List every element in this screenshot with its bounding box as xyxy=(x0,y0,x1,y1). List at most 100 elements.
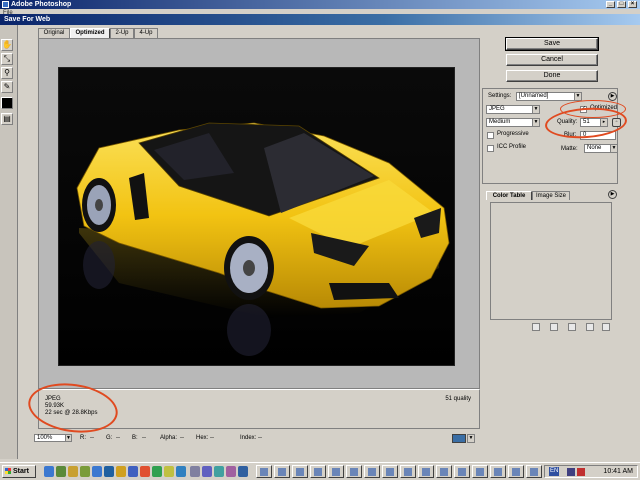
matte-value: None xyxy=(587,145,602,151)
done-button[interactable]: Done xyxy=(506,70,598,82)
trash-icon[interactable] xyxy=(602,323,610,331)
color-table[interactable] xyxy=(490,202,612,320)
optimized-preview-image[interactable] xyxy=(58,67,455,366)
settings-label: Settings: xyxy=(488,93,512,99)
index-value: -- xyxy=(258,435,262,441)
quality-slider-arrow-icon[interactable]: ▸ xyxy=(600,119,607,126)
optimized-checkbox[interactable]: ✓ xyxy=(580,106,587,113)
taskbar-window-button[interactable] xyxy=(400,465,416,478)
taskbar-window-button[interactable] xyxy=(256,465,272,478)
blur-input[interactable]: 0 xyxy=(580,131,616,140)
blur-label: Blur: xyxy=(564,132,577,138)
blur-value: 0 xyxy=(583,132,587,138)
taskbar-window-button[interactable] xyxy=(526,465,542,478)
taskbar-window-button[interactable] xyxy=(436,465,452,478)
quicklaunch-icon[interactable] xyxy=(238,466,248,477)
tab-color-table[interactable]: Color Table xyxy=(486,191,532,200)
quicklaunch-icon[interactable] xyxy=(202,466,212,477)
taskbar-window-button[interactable] xyxy=(490,465,506,478)
tab-2-up[interactable]: 2-Up xyxy=(110,28,134,38)
language-indicator[interactable]: EN xyxy=(549,467,560,476)
chevron-down-icon: ▼ xyxy=(532,118,540,127)
r-label: R: xyxy=(80,435,86,441)
settings-preset-value: [Unnamed] xyxy=(519,93,549,99)
taskbar-window-button[interactable] xyxy=(328,465,344,478)
tab-original[interactable]: Original xyxy=(38,28,70,38)
new-color-icon[interactable] xyxy=(586,323,594,331)
toggle-slices-icon[interactable]: ▤ xyxy=(1,113,13,125)
cancel-button[interactable]: Cancel xyxy=(506,54,598,66)
close-button[interactable]: × xyxy=(628,1,637,8)
quicklaunch-icon[interactable] xyxy=(164,466,174,477)
quicklaunch-icon[interactable] xyxy=(128,466,138,477)
quicklaunch-icon[interactable] xyxy=(214,466,224,477)
taskbar-window-button[interactable] xyxy=(454,465,470,478)
save-button[interactable]: Save xyxy=(505,37,599,51)
tray-icon[interactable] xyxy=(577,468,585,476)
hex-label: Hex: xyxy=(196,435,209,441)
preview-in-browser-button[interactable] xyxy=(452,434,466,443)
hand-tool-icon[interactable]: ✋ xyxy=(1,39,13,51)
taskbar-window-button[interactable] xyxy=(472,465,488,478)
info-size: 59.93K xyxy=(45,403,65,409)
tray-icon[interactable] xyxy=(567,468,575,476)
browser-dropdown-icon[interactable]: ▼ xyxy=(467,434,475,443)
matte-select[interactable]: None ▼ xyxy=(584,144,618,153)
quicklaunch-icon[interactable] xyxy=(190,466,200,477)
photoshop-title-bar: Adobe Photoshop _ □ × xyxy=(0,0,640,9)
slice-select-tool-icon[interactable]: ⤡ xyxy=(1,53,13,65)
dialog-title: Save For Web xyxy=(4,16,51,23)
quicklaunch-icon[interactable] xyxy=(116,466,126,477)
quicklaunch-icon[interactable] xyxy=(140,466,150,477)
lock-icon[interactable] xyxy=(568,323,576,331)
lock-color-icon[interactable] xyxy=(532,323,540,331)
taskbar-window-button[interactable] xyxy=(274,465,290,478)
quicklaunch-icon[interactable] xyxy=(176,466,186,477)
quicklaunch-icon[interactable] xyxy=(152,466,162,477)
taskbar-window-button[interactable] xyxy=(418,465,434,478)
alpha-label: Alpha: xyxy=(160,435,178,441)
eyedropper-tool-icon[interactable]: ✎ xyxy=(1,81,13,93)
quicklaunch-icon[interactable] xyxy=(226,466,236,477)
quicklaunch-icon[interactable] xyxy=(68,466,78,477)
format-select[interactable]: JPEG ▼ xyxy=(486,105,540,114)
zoom-tool-icon[interactable]: ⚲ xyxy=(1,67,13,79)
chevron-down-icon: ▼ xyxy=(65,434,72,442)
eyedropper-color-swatch[interactable] xyxy=(1,97,13,109)
taskbar-window-button[interactable] xyxy=(382,465,398,478)
taskbar-window-button[interactable] xyxy=(310,465,326,478)
info-download-time[interactable]: 22 sec @ 28.8Kbps xyxy=(45,410,473,417)
tab-optimized[interactable]: Optimized xyxy=(70,28,110,38)
quality-channel-icon[interactable]: ▫ xyxy=(612,118,621,127)
settings-menu-arrow-icon[interactable]: ▶ xyxy=(608,92,617,101)
quicklaunch-icon[interactable] xyxy=(104,466,114,477)
web-snap-icon[interactable] xyxy=(550,323,558,331)
quality-input[interactable]: 51 ▸ xyxy=(580,118,608,127)
icc-profile-checkbox[interactable] xyxy=(487,145,494,152)
taskbar-window-button[interactable] xyxy=(346,465,362,478)
taskbar-window-button[interactable] xyxy=(508,465,524,478)
tab-4-up[interactable]: 4-Up xyxy=(134,28,158,38)
tab-image-size[interactable]: Image Size xyxy=(532,191,570,200)
color-readout-bar: 100% ▼ R: -- G: -- B: -- Alpha: -- Hex: … xyxy=(34,433,480,443)
color-table-menu-arrow-icon[interactable]: ▶ xyxy=(608,190,617,199)
start-button[interactable]: Start xyxy=(2,465,36,478)
maximize-button[interactable]: □ xyxy=(617,1,626,8)
ie-icon[interactable] xyxy=(44,466,54,477)
alpha-value: -- xyxy=(180,435,184,441)
quicklaunch-icon[interactable] xyxy=(80,466,90,477)
index-label: Index: xyxy=(240,435,257,441)
settings-preset-select[interactable]: [Unnamed] ▼ xyxy=(516,92,582,101)
taskbar-window-button[interactable] xyxy=(364,465,380,478)
progressive-checkbox[interactable] xyxy=(487,132,494,139)
quicklaunch-icon[interactable] xyxy=(92,466,102,477)
color-table-toolbar xyxy=(488,322,614,332)
minimize-button[interactable]: _ xyxy=(606,1,615,8)
quicklaunch-icon[interactable] xyxy=(56,466,66,477)
optimized-label: Optimized xyxy=(590,105,618,111)
windows-taskbar: Start EN 10:41 AM xyxy=(0,462,640,480)
b-value: -- xyxy=(142,435,146,441)
taskbar-window-button[interactable] xyxy=(292,465,308,478)
quality-preset-select[interactable]: Medium ▼ xyxy=(486,118,540,127)
zoom-level-select[interactable]: 100% ▼ xyxy=(34,434,72,442)
